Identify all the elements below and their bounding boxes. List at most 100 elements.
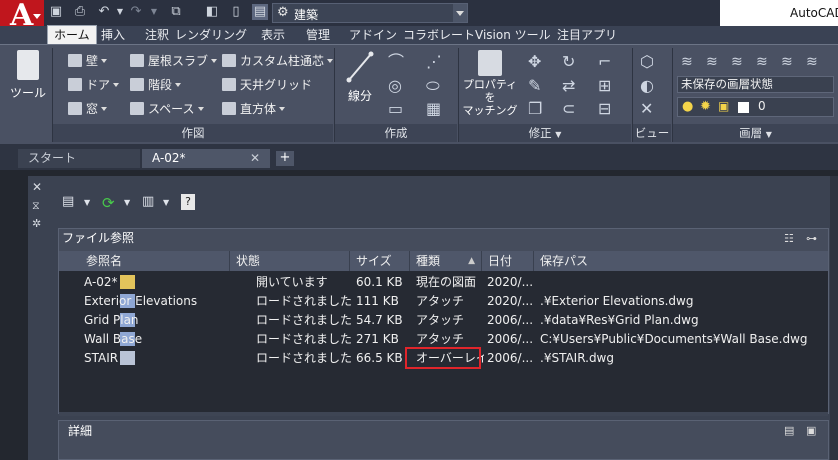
box-button[interactable]: 直方体: [222, 100, 286, 117]
tab-vision-tools[interactable]: Vision ツール: [469, 26, 557, 44]
close-icon[interactable]: ✕: [32, 180, 42, 194]
roof-slab-button[interactable]: 屋根スラブ: [130, 52, 218, 69]
column-header-status[interactable]: 状態: [230, 251, 350, 271]
offset-icon[interactable]: ⊂: [562, 101, 575, 117]
row-name: STAIR: [84, 351, 119, 365]
table-row[interactable]: Exterior Elevations ロードされました 111 KB アタッチ…: [59, 292, 828, 311]
row-name: Wall Base: [84, 332, 143, 346]
mirror-icon[interactable]: ⇄: [562, 78, 575, 94]
tab-render[interactable]: レンダリング: [169, 26, 253, 44]
column-header-size[interactable]: サイズ: [350, 251, 410, 271]
new-tab-button[interactable]: +: [276, 151, 294, 166]
stretch-icon[interactable]: ⊞: [598, 78, 611, 94]
tab-featured-apps[interactable]: 注目アプリ: [551, 26, 623, 44]
ceiling-grid-button[interactable]: 天井グリッド: [222, 76, 312, 93]
match-properties-button[interactable]: プロパティを マッチング: [462, 50, 518, 117]
layer-properties-icon[interactable]: ≋: [681, 54, 693, 70]
print-icon[interactable]: ⎙: [72, 4, 88, 20]
stair-button[interactable]: 階段: [130, 76, 182, 93]
fillet-icon[interactable]: ⌐: [598, 54, 611, 70]
plot-preview-icon[interactable]: ⧉: [168, 4, 184, 20]
pen-icon[interactable]: ✎: [528, 78, 541, 94]
column-header-type[interactable]: 種類 ▲: [410, 251, 482, 271]
tab-drawing-a02[interactable]: A-02* ✕: [142, 149, 270, 168]
tab-home[interactable]: ホーム: [47, 25, 97, 45]
table-row[interactable]: Grid Plan ロードされました 54.7 KB アタッチ 2006/...…: [59, 311, 828, 330]
tree-view-icon[interactable]: ⊶: [806, 232, 817, 245]
preview-view-icon[interactable]: ▣: [806, 424, 816, 437]
palette-scrollbar[interactable]: [830, 176, 838, 460]
navigation-icon[interactable]: ✕: [640, 101, 653, 117]
details-view-icon[interactable]: ▤: [784, 424, 794, 437]
layer-freeze-icon[interactable]: ≋: [781, 54, 793, 70]
tab-insert[interactable]: 挿入: [95, 26, 131, 44]
table-row[interactable]: A-02* 開いています 60.1 KB 現在の図面 2020/...: [59, 273, 828, 292]
chevron-down-icon: [327, 59, 334, 63]
workspace-selector[interactable]: ⚙ 建築: [272, 3, 468, 23]
chevron-down-icon[interactable]: ▼: [84, 198, 90, 214]
help-icon[interactable]: ?: [181, 194, 195, 210]
chevron-down-icon[interactable]: ▼: [163, 198, 169, 214]
stair-icon: [130, 78, 144, 91]
layer-dropdown[interactable]: ● ✹ ▣ 0: [677, 97, 834, 117]
panel-title-layer[interactable]: 画層 ▼: [673, 125, 838, 142]
layer-state-icon[interactable]: ≋: [706, 54, 718, 70]
tools-button[interactable]: ツール: [8, 50, 48, 101]
workspace-switch-icon[interactable]: ▤: [252, 4, 268, 20]
wall-button[interactable]: 壁: [68, 52, 108, 69]
undo-icon[interactable]: ↶: [96, 4, 112, 20]
lightbulb-icon: ●: [682, 99, 694, 114]
space-button[interactable]: スペース: [130, 100, 204, 117]
undo-dropdown-icon[interactable]: ▼: [112, 4, 128, 20]
chevron-down-icon[interactable]: [453, 4, 467, 22]
chevron-down-icon: [175, 83, 182, 87]
layout-icon[interactable]: ◧: [204, 4, 220, 20]
custom-column-grid-button[interactable]: カスタム柱通芯: [222, 52, 334, 69]
visual-style-icon[interactable]: ◐: [640, 78, 654, 94]
rectangle-icon[interactable]: ▭: [388, 101, 403, 117]
auto-hide-icon[interactable]: ⧖: [32, 199, 40, 213]
layer-state-dropdown[interactable]: 未保存の画層状態: [677, 76, 834, 93]
close-icon[interactable]: ✕: [250, 149, 260, 168]
sheet-icon[interactable]: ▯: [228, 4, 244, 20]
redo-icon[interactable]: ↷: [128, 4, 144, 20]
tab-manage[interactable]: 管理: [300, 26, 336, 44]
panel-title-modify[interactable]: 修正 ▼: [459, 125, 631, 142]
match-properties-label-1: プロパティを: [462, 78, 518, 104]
polyline-icon[interactable]: ⌒: [388, 54, 404, 70]
panel-splitter[interactable]: [59, 412, 828, 416]
ceiling-grid-label: 天井グリッド: [240, 78, 313, 92]
door-button[interactable]: ドア: [68, 76, 120, 93]
copy-icon[interactable]: ❐: [528, 101, 542, 117]
tab-addins[interactable]: アドイン: [343, 26, 403, 44]
layer-isolate-icon[interactable]: ≋: [731, 54, 743, 70]
layer-off-icon[interactable]: ≋: [756, 54, 768, 70]
chevron-down-icon[interactable]: ▼: [124, 198, 130, 214]
array-icon[interactable]: ⊟: [598, 101, 611, 117]
line-button[interactable]: 線分: [340, 50, 380, 104]
column-header-name[interactable]: 参照名: [80, 251, 230, 271]
list-view-icon[interactable]: ☷: [784, 232, 794, 245]
hatch-icon[interactable]: ▦: [426, 101, 441, 117]
column-header-date[interactable]: 日付: [482, 251, 534, 271]
save-icon[interactable]: ▣: [48, 4, 64, 20]
refresh-icon[interactable]: ⟳: [102, 194, 115, 212]
circle-icon[interactable]: ◎: [388, 78, 402, 94]
window-button[interactable]: 窓: [68, 100, 108, 117]
gear-icon[interactable]: ✲: [32, 217, 41, 230]
tab-view[interactable]: 表示: [255, 26, 291, 44]
layer-lock-icon[interactable]: ≋: [806, 54, 818, 70]
gear-icon: ⚙: [277, 5, 289, 20]
change-path-icon[interactable]: ▥: [142, 194, 154, 210]
view-cube-icon[interactable]: ⬡: [640, 54, 654, 70]
rotate-icon[interactable]: ↻: [562, 54, 575, 70]
arc-icon[interactable]: ⋰: [426, 54, 442, 70]
attach-dwg-icon[interactable]: ▤: [62, 194, 74, 210]
move-icon[interactable]: ✥: [528, 54, 541, 70]
tab-start[interactable]: スタート: [18, 149, 140, 168]
column-header-path[interactable]: 保存パス: [534, 251, 828, 271]
ellipse-icon[interactable]: ⬭: [426, 78, 440, 94]
column-header-type-label: 種類: [416, 254, 441, 268]
row-status: ロードされました: [256, 351, 351, 365]
redo-dropdown-icon[interactable]: ▼: [146, 4, 162, 20]
